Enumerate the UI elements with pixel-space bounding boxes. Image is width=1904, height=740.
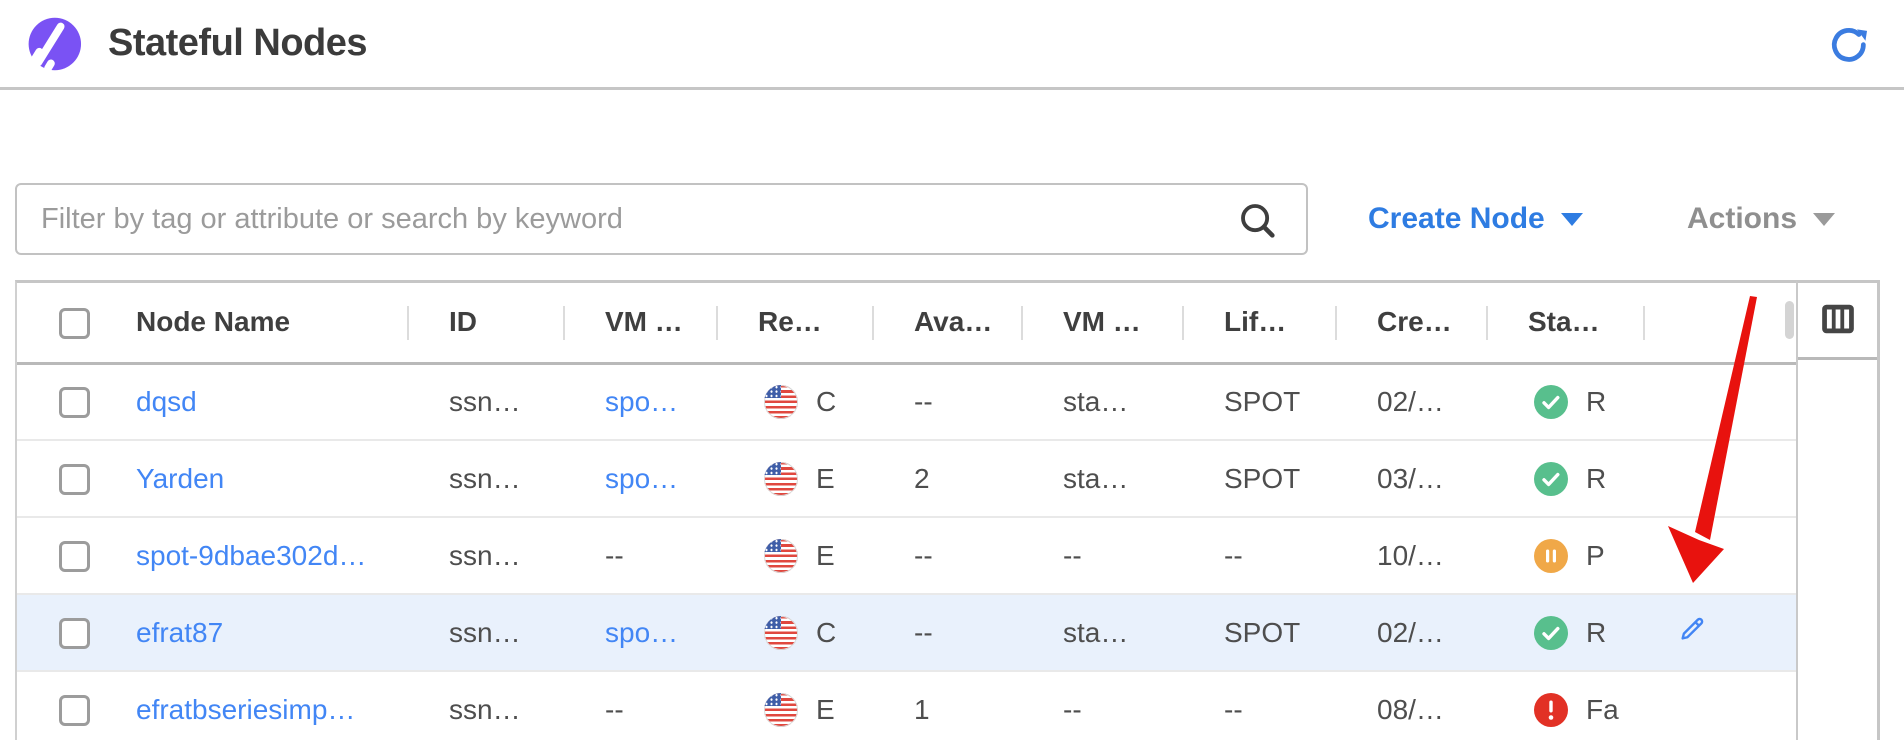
column-header-node-name: Node Name — [132, 283, 409, 363]
column-header-edit — [1645, 283, 1796, 363]
created-value: 03/… — [1337, 440, 1488, 517]
table-row[interactable]: efratbseriesimp… ssn… -- E 1 -- -- 08/… … — [17, 671, 1796, 740]
search-button[interactable] — [1234, 197, 1280, 243]
lifecycle-value: -- — [1184, 517, 1337, 594]
vm-size-value: sta… — [1023, 440, 1184, 517]
lifecycle-value: SPOT — [1184, 363, 1337, 440]
vm-name-link[interactable]: spo… — [605, 463, 678, 494]
status-running-icon — [1534, 462, 1568, 496]
select-all-checkbox[interactable] — [59, 308, 90, 339]
status-label: Fa — [1586, 694, 1619, 726]
column-header-id: ID — [409, 283, 565, 363]
spot-logo-icon — [16, 11, 82, 77]
table-row[interactable]: spot-9dbae302d… ssn… -- E -- -- -- 10/… … — [17, 517, 1796, 594]
row-checkbox[interactable] — [59, 464, 90, 495]
created-value: 10/… — [1337, 517, 1488, 594]
lifecycle-value: SPOT — [1184, 594, 1337, 671]
availability-value: 2 — [874, 440, 1023, 517]
vm-size-value: sta… — [1023, 594, 1184, 671]
column-header-vm-name: VM … — [565, 283, 718, 363]
availability-value: -- — [874, 517, 1023, 594]
node-name-link[interactable]: Yarden — [136, 463, 224, 494]
table-row[interactable]: Yarden ssn… spo… E 2 sta… SPOT 03/… R — [17, 440, 1796, 517]
lifecycle-value: -- — [1184, 671, 1337, 740]
lifecycle-value: SPOT — [1184, 440, 1337, 517]
status-running-icon — [1534, 385, 1568, 419]
row-checkbox[interactable] — [59, 695, 90, 726]
region-value: E — [816, 694, 835, 726]
page-header: Stateful Nodes — [0, 0, 1904, 90]
row-checkbox[interactable] — [59, 541, 90, 572]
us-flag-icon — [764, 693, 798, 727]
table-row[interactable]: dqsd ssn… spo… C -- sta… SPOT 02/… R — [17, 363, 1796, 440]
stateful-nodes-table: Node Name ID VM … Re… Ava… VM … Lif… Cre… — [15, 280, 1796, 740]
chevron-down-icon — [1813, 213, 1835, 226]
node-name-link[interactable]: spot-9dbae302d… — [136, 540, 366, 571]
page-title: Stateful Nodes — [108, 22, 367, 65]
node-id: ssn… — [409, 671, 565, 740]
vm-size-value: sta… — [1023, 363, 1184, 440]
row-checkbox[interactable] — [59, 618, 90, 649]
status-running-icon — [1534, 616, 1568, 650]
vm-name-link[interactable]: spo… — [605, 617, 678, 648]
node-id: ssn… — [409, 363, 565, 440]
column-picker-panel — [1796, 280, 1880, 740]
us-flag-icon — [764, 385, 798, 419]
vm-size-value: -- — [1023, 671, 1184, 740]
status-label: R — [1586, 386, 1606, 418]
column-picker-button[interactable] — [1818, 300, 1858, 340]
column-header-lifecycle: Lif… — [1184, 283, 1337, 363]
column-header-availability: Ava… — [874, 283, 1023, 363]
search-icon — [1234, 197, 1280, 243]
region-value: C — [816, 617, 836, 649]
row-checkbox[interactable] — [59, 387, 90, 418]
vm-size-value: -- — [1023, 517, 1184, 594]
vm-name-value: -- — [565, 671, 718, 740]
create-node-label: Create Node — [1368, 202, 1545, 236]
create-node-button[interactable]: Create Node — [1368, 196, 1583, 242]
created-value: 02/… — [1337, 363, 1488, 440]
availability-value: -- — [874, 594, 1023, 671]
refresh-icon — [1828, 24, 1870, 66]
us-flag-icon — [764, 539, 798, 573]
status-paused-icon — [1534, 539, 1568, 573]
column-header-created: Cre… — [1337, 283, 1488, 363]
actions-button[interactable]: Actions — [1687, 196, 1835, 242]
column-picker-header — [1798, 283, 1877, 360]
status-failed-icon — [1534, 693, 1568, 727]
vm-name-value: -- — [565, 517, 718, 594]
status-label: R — [1586, 617, 1606, 649]
edit-node-button[interactable] — [1675, 614, 1709, 648]
us-flag-icon — [764, 462, 798, 496]
table-row-selected[interactable]: efrat87 ssn… spo… C -- sta… SPOT 02/… R — [17, 594, 1796, 671]
availability-value: 1 — [874, 671, 1023, 740]
edit-node-pencil-icon — [1677, 614, 1707, 644]
status-label: R — [1586, 463, 1606, 495]
created-value: 02/… — [1337, 594, 1488, 671]
availability-value: -- — [874, 363, 1023, 440]
node-name-link[interactable]: efratbseriesimp… — [136, 694, 355, 725]
column-header-status: Sta… — [1488, 283, 1645, 363]
refresh-button[interactable] — [1828, 24, 1870, 66]
us-flag-icon — [764, 616, 798, 650]
vertical-scrollbar-thumb[interactable] — [1785, 301, 1794, 339]
filter-search-input[interactable] — [15, 183, 1308, 255]
created-value: 08/… — [1337, 671, 1488, 740]
node-name-link[interactable]: efrat87 — [136, 617, 223, 648]
region-value: C — [816, 386, 836, 418]
vm-name-link[interactable]: spo… — [605, 386, 678, 417]
region-value: E — [816, 540, 835, 572]
node-name-link[interactable]: dqsd — [136, 386, 197, 417]
columns-icon — [1819, 300, 1857, 338]
node-id: ssn… — [409, 594, 565, 671]
chevron-down-icon — [1561, 213, 1583, 226]
column-header-vm-size: VM … — [1023, 283, 1184, 363]
status-label: P — [1586, 540, 1605, 572]
table-header-row: Node Name ID VM … Re… Ava… VM … Lif… Cre… — [17, 283, 1796, 363]
node-id: ssn… — [409, 517, 565, 594]
column-header-region: Re… — [718, 283, 874, 363]
actions-label: Actions — [1687, 202, 1797, 236]
node-id: ssn… — [409, 440, 565, 517]
region-value: E — [816, 463, 835, 495]
